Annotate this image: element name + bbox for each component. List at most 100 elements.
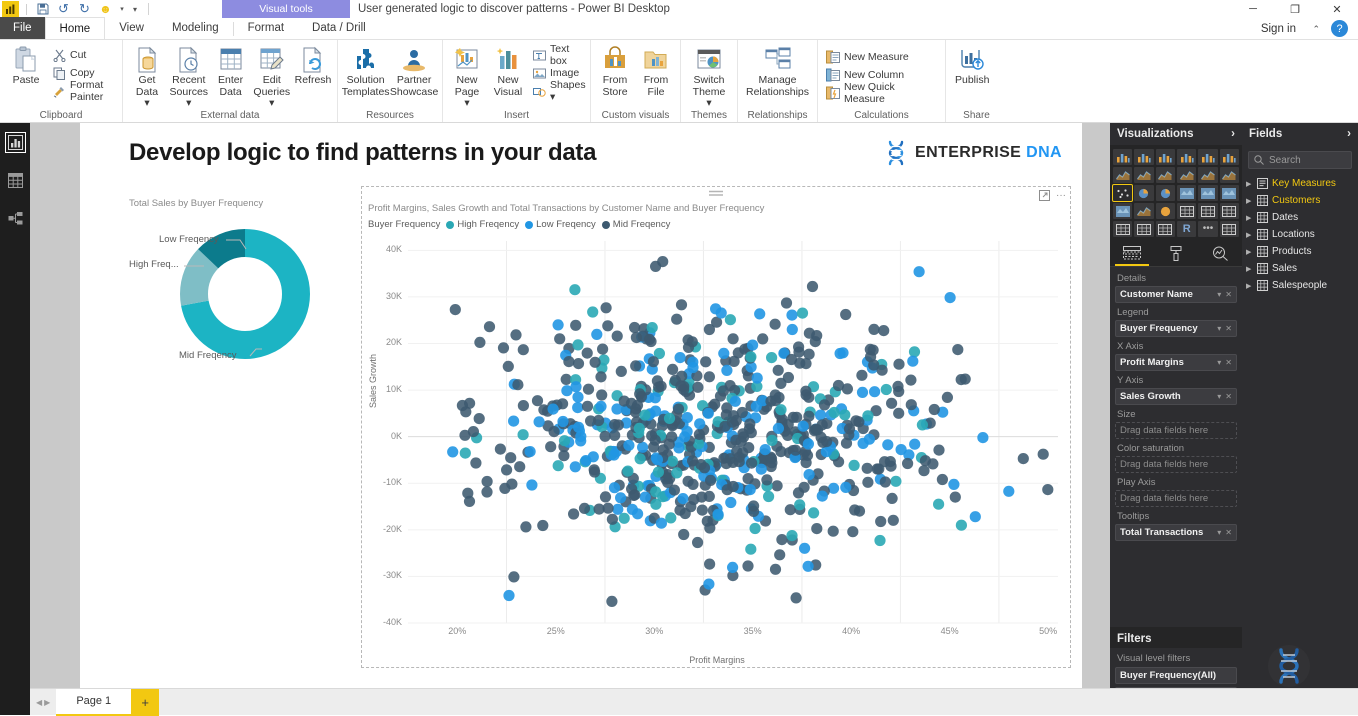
visual-type-clustered-bar[interactable] [1177,149,1197,165]
visual-type-funnel-chart[interactable] [1134,203,1154,219]
page-tab-page-1[interactable]: Page 1 [56,688,132,716]
visual-type-slicer[interactable] [1113,221,1133,237]
chevron-right-icon[interactable]: ▶ [1246,282,1253,290]
save-icon[interactable] [34,1,51,18]
ribbon-tab-file[interactable]: File [0,17,45,39]
switch-theme-button[interactable]: Switch Theme ▾ [685,42,733,110]
chevron-right-icon[interactable]: ▶ [1246,197,1253,205]
chevron-down-icon[interactable]: ▾ [1217,392,1221,401]
redo-icon[interactable]: ↻ [76,1,93,18]
visual-type-kpi[interactable] [1219,203,1239,219]
visual-type-table[interactable] [1134,221,1154,237]
visual-type-stacked-column-100[interactable] [1198,149,1218,165]
sign-in-button[interactable]: Sign in [1261,18,1296,40]
filter-item-buyer-frequency[interactable]: Buyer Frequency(All) [1115,667,1237,684]
well-pill-customer-name[interactable]: Customer Name ▾ ✕ [1115,286,1237,303]
close-button[interactable]: ✕ [1316,0,1358,18]
well-pill-sales-growth[interactable]: Sales Growth ▾ ✕ [1115,388,1237,405]
field-table-key-measures[interactable]: ▶ Key Measures [1242,175,1358,192]
visual-type-clustered-column[interactable] [1134,149,1154,165]
feedback-caret-icon[interactable]: ▾ [118,5,126,13]
chevron-right-icon[interactable]: ▶ [1246,248,1253,256]
chevron-right-icon[interactable]: › [1347,128,1351,140]
visual-type-shape-map[interactable] [1113,203,1133,219]
page-prev-icon[interactable]: ◀ [36,698,42,707]
visual-type-area-chart[interactable] [1134,167,1154,183]
visual-type-donut-chart[interactable] [1155,185,1175,201]
field-table-salespeople[interactable]: ▶ Salespeople [1242,277,1358,294]
remove-field-icon[interactable]: ✕ [1225,392,1232,401]
visual-type-blank[interactable] [1219,221,1239,237]
visual-type-card[interactable] [1177,203,1197,219]
chevron-right-icon[interactable]: ▶ [1246,265,1253,273]
manage-relationships-button[interactable]: Manage Relationships [742,42,813,98]
legend-item-mid[interactable]: Mid Freqency [601,219,670,230]
partner-showcase-button[interactable]: Partner Showcase [390,42,438,98]
report-page[interactable]: Develop logic to find patterns in your d… [80,123,1082,688]
well-dropzone-play-axis[interactable]: Drag data fields here [1115,490,1237,507]
visual-type-line-clustered-column[interactable] [1198,167,1218,183]
sidebar-item-data-view[interactable] [0,161,30,199]
edit-queries-button[interactable]: Edit Queries ▾ [252,42,292,110]
legend-item-high[interactable]: High Freqency [446,219,519,230]
ribbon-tab-home[interactable]: Home [44,17,106,39]
chevron-right-icon[interactable]: ▶ [1246,180,1253,188]
from-file-button[interactable]: From File [636,42,676,98]
new-quick-measure-button[interactable]: New Quick Measure [822,81,941,105]
visual-type-pie-chart[interactable] [1134,185,1154,201]
shapes-button[interactable]: Shapes ▾ [529,79,590,103]
collapse-ribbon-icon[interactable]: ⌃ [1312,18,1320,40]
visual-type-line-column[interactable] [1177,167,1197,183]
focus-mode-icon[interactable] [1039,190,1050,201]
new-visual-button[interactable]: New Visual [488,42,528,98]
field-table-sales[interactable]: ▶ Sales [1242,260,1358,277]
visual-type-treemap[interactable] [1177,185,1197,201]
maximize-button[interactable]: ❐ [1274,0,1316,18]
chevron-right-icon[interactable]: › [1231,128,1235,140]
add-page-button[interactable]: + [131,688,160,716]
visual-type-stacked-bar-100[interactable] [1155,149,1175,165]
drag-handle-icon[interactable] [709,190,723,197]
visual-type-stacked-area[interactable] [1155,167,1175,183]
visual-type-r-script[interactable]: R [1177,221,1197,237]
well-pill-profit-margins[interactable]: Profit Margins ▾ ✕ [1115,354,1237,371]
chevron-down-icon[interactable]: ▾ [1217,290,1221,299]
tab-analytics[interactable] [1203,242,1237,266]
get-data-button[interactable]: Get Data ▾ [127,42,167,110]
paste-button[interactable]: Paste [4,42,48,87]
ribbon-tab-format[interactable]: Format [234,17,298,39]
minimize-button[interactable]: ─ [1232,0,1274,18]
visual-type-gauge-chart[interactable] [1155,203,1175,219]
chevron-down-icon[interactable]: ▾ [1217,528,1221,537]
well-pill-buyer-frequency[interactable]: Buyer Frequency ▾ ✕ [1115,320,1237,337]
chevron-right-icon[interactable]: ▶ [1246,231,1253,239]
chevron-down-icon[interactable]: ▾ [1217,358,1221,367]
text-box-button[interactable]: Text box [529,43,590,67]
well-dropzone-size[interactable]: Drag data fields here [1115,422,1237,439]
from-store-button[interactable]: From Store [595,42,635,98]
publish-button[interactable]: Publish [950,42,994,87]
help-icon[interactable]: ? [1331,20,1348,37]
visual-type-clustered-column-alt[interactable] [1219,149,1239,165]
visual-type-matrix[interactable] [1155,221,1175,237]
field-table-products[interactable]: ▶ Products [1242,243,1358,260]
refresh-button[interactable]: Refresh [293,42,333,87]
donut-chart-visual[interactable]: Total Sales by Buyer Frequency Low Freqe… [129,198,359,388]
chevron-down-icon[interactable]: ▾ [1217,324,1221,333]
visual-type-multi-row-card[interactable] [1198,203,1218,219]
legend-item-low[interactable]: Low Freqency [525,219,596,230]
visual-type-filled-map[interactable] [1219,185,1239,201]
remove-field-icon[interactable]: ✕ [1225,528,1232,537]
page-next-icon[interactable]: ▶ [44,698,50,707]
field-table-customers[interactable]: ▶ Customers [1242,192,1358,209]
tab-format[interactable] [1159,242,1193,266]
feedback-icon[interactable]: ☻ [97,1,114,18]
search-input[interactable]: Search [1248,151,1352,169]
visual-type-line-chart[interactable] [1113,167,1133,183]
ribbon-tab-view[interactable]: View [105,17,158,39]
scatter-plot-area[interactable]: Sales Growth 40K 30K 20K 10K 0K -10K -20K -30K -… [362,233,1072,669]
ribbon-tab-modeling[interactable]: Modeling [158,17,233,39]
solution-templates-button[interactable]: Solution Templates [342,42,390,98]
tab-fields-well[interactable] [1115,242,1149,266]
visual-type-ribbon-chart[interactable] [1219,167,1239,183]
